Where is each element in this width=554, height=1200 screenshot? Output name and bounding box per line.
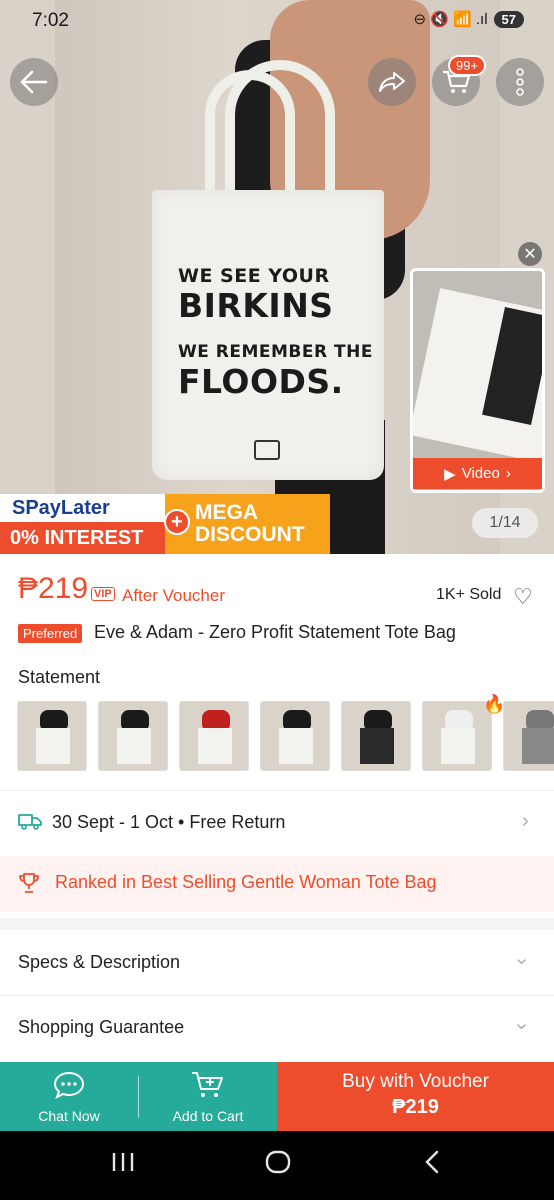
heart-icon[interactable]: ♡ <box>513 584 533 610</box>
ranking-banner[interactable]: Ranked in Best Selling Gentle Woman Tote… <box>0 856 554 912</box>
variant-heading: Statement <box>18 667 101 687</box>
divider <box>0 995 554 996</box>
buy-with-voucher-button[interactable]: Buy with Voucher ₱219 <box>277 1062 554 1131</box>
fire-icon: 🔥 <box>483 694 506 714</box>
chevron-down-icon: › <box>510 958 533 965</box>
plus-icon: + <box>164 509 190 535</box>
bottom-left-actions: Chat Now Add to Cart <box>0 1062 277 1131</box>
variant-bag <box>360 728 394 764</box>
sold-count: 1K+ Sold <box>436 586 502 603</box>
section-divider <box>0 918 554 930</box>
status-icons-glyphs: ⊖ 🔇 📶 .ıl <box>413 11 488 28</box>
chat-now-button[interactable]: Chat Now <box>0 1062 138 1131</box>
variant-option[interactable] <box>98 701 168 771</box>
status-bar: 7:02 ⊖ 🔇 📶 .ıl 57 <box>0 0 554 40</box>
bag-text-line: FLOODS. <box>178 362 344 401</box>
close-video-button[interactable]: ✕ <box>518 242 542 266</box>
variant-option[interactable] <box>260 701 330 771</box>
bottom-action-bar: Chat Now Add to Cart Buy with Voucher ₱2… <box>0 1062 554 1131</box>
play-video-button[interactable]: ▶ Video › <box>413 458 542 489</box>
status-icons: ⊖ 🔇 📶 .ıl 57 <box>413 10 524 28</box>
video-play-icon: ▶ <box>444 465 456 483</box>
close-icon: ✕ <box>523 246 537 263</box>
chevron-right-icon: › <box>505 465 511 482</box>
chat-now-label: Chat Now <box>38 1108 100 1124</box>
chat-icon <box>0 1070 138 1102</box>
variant-bag <box>522 728 554 764</box>
bag-text-line: WE REMEMBER THE <box>178 342 373 362</box>
variant-option[interactable] <box>503 701 554 771</box>
more-options-button[interactable] <box>496 58 544 106</box>
add-to-cart-icon <box>139 1070 277 1102</box>
discount-label: DISCOUNT <box>195 523 305 546</box>
share-button[interactable] <box>368 58 416 106</box>
clock: 7:02 <box>32 10 69 31</box>
specs-description-label: Specs & Description <box>18 952 181 972</box>
spaylater-banner: SPayLater 0% INTEREST <box>0 494 172 554</box>
home-icon[interactable] <box>264 1149 292 1182</box>
arrow-left-icon <box>20 70 48 94</box>
product-page: WE SEE YOUR BIRKINS WE REMEMBER THE FLOO… <box>0 0 554 1200</box>
mega-label: MEGA <box>195 501 258 524</box>
price: ₱219 <box>18 572 89 605</box>
after-voucher-label: After Voucher <box>122 586 226 605</box>
vip-badge: VIP <box>91 587 115 601</box>
variant-bag <box>117 728 151 764</box>
variant-bag <box>441 728 475 764</box>
delivery-text: 30 Sept - 1 Oct • Free Return <box>52 812 286 832</box>
variant-option[interactable] <box>422 701 492 771</box>
buy-price: ₱219 <box>392 1096 439 1118</box>
interest-label: 0% INTEREST <box>0 522 172 554</box>
system-navigation-bar <box>0 1131 554 1200</box>
variant-option[interactable] <box>179 701 249 771</box>
add-to-cart-button[interactable]: Add to Cart <box>139 1062 277 1131</box>
truck-icon <box>18 812 42 836</box>
tote-bag <box>152 190 384 480</box>
ranking-text: Ranked in Best Selling Gentle Woman Tote… <box>55 872 437 892</box>
buy-with-voucher-label: Buy with Voucher <box>342 1071 489 1092</box>
more-vertical-icon <box>516 68 524 96</box>
bag-text-line: BIRKINS <box>178 286 334 325</box>
variant-list <box>17 701 554 771</box>
variant-option[interactable] <box>17 701 87 771</box>
add-to-cart-label: Add to Cart <box>172 1108 244 1124</box>
variant-option[interactable] <box>341 701 411 771</box>
cart-count-badge: 99+ <box>448 55 487 76</box>
spaylater-label: SPayLater <box>0 494 172 522</box>
back-button[interactable] <box>10 58 58 106</box>
battery-indicator: 57 <box>493 10 524 28</box>
variant-bag <box>279 728 313 764</box>
product-title: Eve & Adam - Zero Profit Statement Tote … <box>94 622 456 642</box>
video-label: Video <box>461 465 500 482</box>
chevron-down-icon: › <box>510 1023 533 1030</box>
back-nav-icon[interactable] <box>422 1149 442 1182</box>
bag-strap <box>225 60 335 210</box>
product-image-carousel[interactable]: WE SEE YOUR BIRKINS WE REMEMBER THE FLOO… <box>0 0 554 554</box>
trophy-icon <box>18 872 40 900</box>
preferred-badge: Preferred <box>18 624 83 643</box>
image-counter: 1/14 <box>472 508 538 538</box>
variant-bag <box>36 728 70 764</box>
bag-text-line: WE SEE YOUR <box>178 265 330 287</box>
recent-apps-icon[interactable] <box>110 1149 136 1181</box>
brand-logo <box>254 440 280 460</box>
shopping-guarantee-label: Shopping Guarantee <box>18 1017 185 1037</box>
chevron-right-icon: › <box>522 810 529 832</box>
divider <box>0 790 554 791</box>
variant-bag <box>198 728 232 764</box>
share-icon <box>379 72 405 92</box>
